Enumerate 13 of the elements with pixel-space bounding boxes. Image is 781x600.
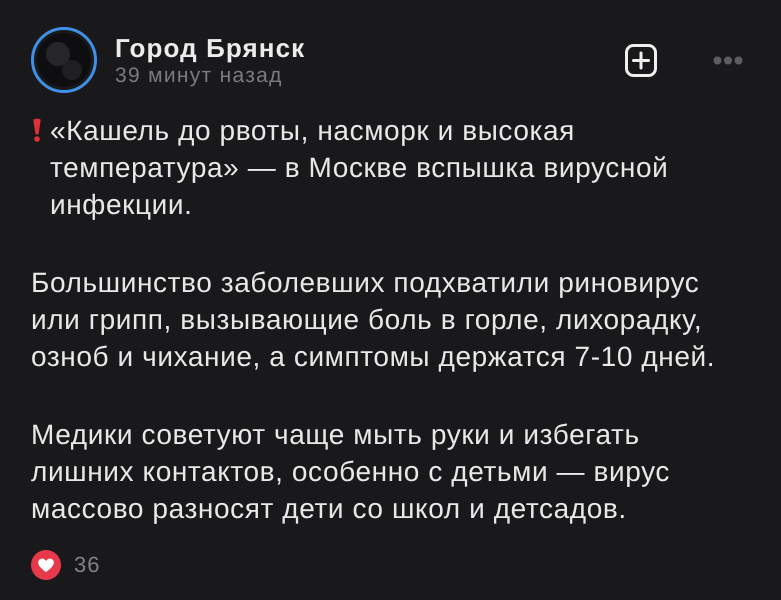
like-button[interactable] [31, 550, 61, 580]
plus-square-icon [625, 44, 657, 76]
avatar-image[interactable] [31, 27, 97, 93]
exclamation-icon [33, 118, 41, 142]
channel-name[interactable]: Город Брянск [115, 32, 306, 62]
post-text: Большинство заболевших подхватили риновирус или грипп, вызывающие боль в горле, лихорадку, озноб и чихание, а симптомы держатся 7-10 дней. [31, 266, 716, 374]
more-button[interactable] [713, 54, 743, 66]
add-button[interactable] [625, 44, 657, 76]
more-icon [713, 54, 743, 66]
like-count: 36 [74, 551, 100, 579]
post-text: «Кашель до рвоты, насморк и высокая температура» — в Москве вспышка вирусной инфекции. [50, 114, 668, 222]
post-text: Медики советуют чаще мыть руки и избегать лишних контактов, особенно с детьми — вирус массово разносят дети со школ и детсадов. [31, 418, 671, 526]
post-time: 39 минут назад [115, 62, 283, 88]
